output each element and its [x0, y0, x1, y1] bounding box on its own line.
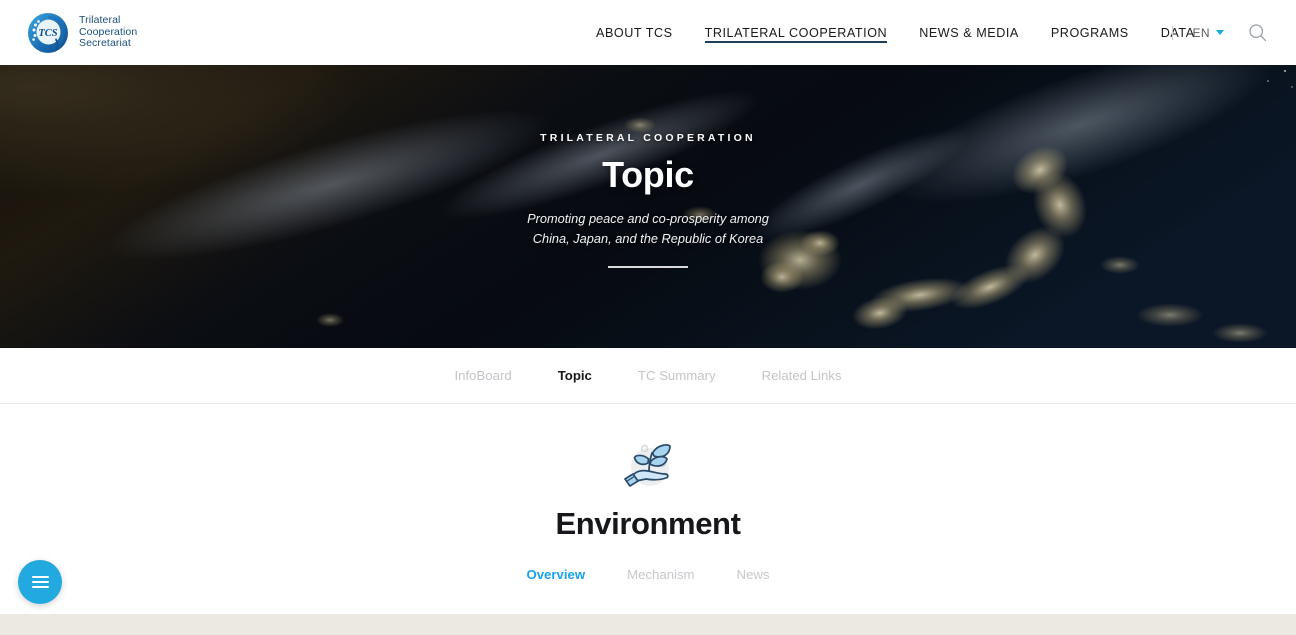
site-header: TCS Trilateral Cooperation Secretariat A…: [0, 0, 1296, 65]
logo-line-3: Secretariat: [79, 37, 131, 50]
tcs-globe-logo-icon: TCS: [26, 11, 70, 55]
nav-item-trilateral-cooperation[interactable]: TRILATERAL COOPERATION: [689, 0, 904, 65]
main-navigation: ABOUT TCS TRILATERAL COOPERATION NEWS & …: [596, 0, 1211, 65]
subnav-item-related-links[interactable]: Related Links: [739, 368, 865, 383]
logo-wordmark: Trilateral Cooperation Secretariat: [79, 13, 137, 50]
nav-item-about-tcs[interactable]: ABOUT TCS: [596, 0, 689, 65]
hero-divider-rule: [608, 266, 688, 268]
nav-item-news-media[interactable]: NEWS & MEDIA: [903, 0, 1035, 65]
hero-subtitle-line-1: Promoting peace and co-prosperity among: [527, 211, 769, 226]
subnav-item-tc-summary[interactable]: TC Summary: [615, 368, 739, 383]
site-logo[interactable]: TCS Trilateral Cooperation Secretariat: [26, 11, 137, 55]
tab-overview[interactable]: Overview: [505, 567, 606, 582]
section-subnav: InfoBoard Topic TC Summary Related Links: [0, 348, 1296, 404]
tab-news[interactable]: News: [716, 567, 791, 582]
topic-heading: Environment: [555, 506, 741, 541]
chevron-down-icon: [1216, 30, 1224, 35]
language-selector[interactable]: EN: [1187, 22, 1230, 44]
main-content: Environment Overview Mechanism News: [0, 404, 1296, 614]
search-icon: [1248, 24, 1266, 42]
hero-subtitle: Promoting peace and co-prosperity among …: [527, 209, 769, 249]
language-label: EN: [1192, 25, 1210, 40]
nav-item-programs[interactable]: PROGRAMS: [1035, 0, 1145, 65]
hero-subtitle-line-2: China, Japan, and the Republic of Korea: [532, 231, 764, 246]
subnav-item-infoboard[interactable]: InfoBoard: [432, 368, 535, 383]
subnav-item-topic[interactable]: Topic: [535, 368, 615, 383]
hero-eyebrow: TRILATERAL COOPERATION: [540, 132, 756, 144]
header-divider: [1171, 25, 1173, 40]
hamburger-menu-icon: [31, 576, 49, 588]
hero-banner: TRILATERAL COOPERATION Topic Promoting p…: [0, 65, 1296, 348]
search-button[interactable]: [1240, 16, 1274, 50]
svg-text:TCS: TCS: [38, 28, 57, 39]
footer-strip: [0, 614, 1296, 635]
header-utilities: EN: [1158, 0, 1274, 65]
tab-mechanism[interactable]: Mechanism: [606, 567, 715, 582]
page-title: Topic: [602, 154, 694, 195]
floating-menu-button[interactable]: [18, 560, 62, 604]
logo-line-1: Trilateral: [79, 13, 121, 26]
hand-holding-plant-icon: [618, 434, 678, 492]
topic-tabs: Overview Mechanism News: [505, 567, 790, 582]
hero-content: TRILATERAL COOPERATION Topic Promoting p…: [0, 65, 1296, 348]
